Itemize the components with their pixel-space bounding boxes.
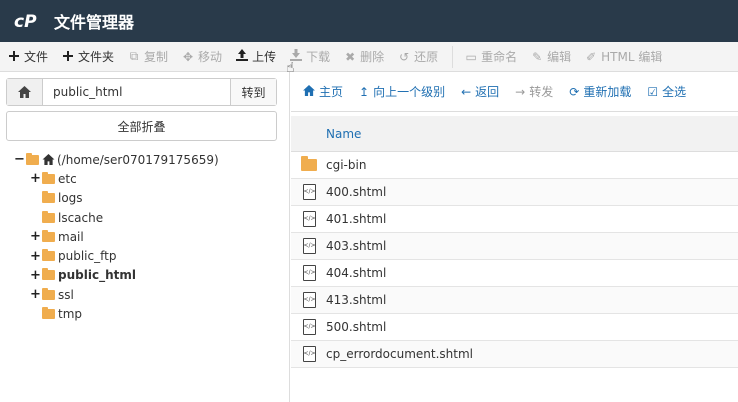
html-file-icon xyxy=(302,265,316,281)
app-header: cP 文件管理器 xyxy=(0,0,738,42)
nav-bar: 主页 ↥ 向上一个级别 ← 返回 → 转发 ⟳ 重新加载 ☑ 全选 xyxy=(291,72,738,112)
expand-plus-icon[interactable]: + xyxy=(30,171,41,186)
table-row[interactable]: cgi-bin xyxy=(291,152,738,179)
folder-icon xyxy=(42,229,55,242)
forward-button[interactable]: → 转发 xyxy=(515,83,553,100)
rename-button[interactable]: ▭ 重命名 xyxy=(465,48,517,65)
new-folder-button[interactable]: 文件夹 xyxy=(62,48,114,65)
checkbox-icon: ☑ xyxy=(647,84,659,99)
copy-icon: ⧉ xyxy=(129,49,139,63)
restore-icon: ↺ xyxy=(399,49,410,64)
select-all-button[interactable]: ☑ 全选 xyxy=(647,83,686,100)
collapse-all-button[interactable]: 全部折叠 xyxy=(6,111,277,141)
collapse-minus-icon[interactable]: − xyxy=(14,152,25,167)
folder-icon xyxy=(301,156,317,171)
expand-plus-icon[interactable]: + xyxy=(30,287,41,302)
delete-icon: ✖ xyxy=(345,49,356,64)
table-row[interactable]: cp_errordocument.shtml xyxy=(291,341,738,368)
copy-button[interactable]: ⧉ 复制 xyxy=(128,48,168,65)
move-button[interactable]: ✥ 移动 xyxy=(182,48,222,65)
table-row[interactable]: 413.shtml xyxy=(291,287,738,314)
toolbar-divider xyxy=(452,45,454,68)
table-row[interactable]: 404.shtml xyxy=(291,260,738,287)
folder-icon xyxy=(42,287,55,300)
folder-icon xyxy=(42,249,55,262)
table-row[interactable]: 500.shtml xyxy=(291,314,738,341)
tree-item-ssl[interactable]: + ssl xyxy=(30,285,284,304)
home-icon xyxy=(303,84,315,99)
folder-icon xyxy=(42,191,55,204)
html-file-icon xyxy=(302,211,316,227)
html-file-icon xyxy=(302,346,316,362)
file-pane: 主页 ↥ 向上一个级别 ← 返回 → 转发 ⟳ 重新加载 ☑ 全选 Name cgi-bi… xyxy=(291,72,738,402)
file-list: cgi-bin 400.shtml 401.shtml 403.shtml 40… xyxy=(291,152,738,368)
html-file-icon xyxy=(302,184,316,200)
level-up-icon: ↥ xyxy=(359,84,370,99)
svg-text:cP: cP xyxy=(14,12,37,31)
back-button[interactable]: ← 返回 xyxy=(461,83,499,100)
toolbar: 文件 文件夹 ⧉ 复制 ✥ 移动 上传 下载 ✖ 删除 ↺ 还原 ▭ 重命名 ✎ 编辑 ✐ H… xyxy=(0,42,738,72)
home-icon xyxy=(18,86,31,98)
restore-button[interactable]: ↺ 还原 xyxy=(398,48,438,65)
expand-plus-icon[interactable]: + xyxy=(30,268,41,283)
tree-item-mail[interactable]: + mail xyxy=(30,227,284,246)
folder-open-icon xyxy=(26,152,39,165)
delete-button[interactable]: ✖ 删除 xyxy=(344,48,384,65)
folder-icon xyxy=(42,307,55,320)
arrow-left-icon: ← xyxy=(461,84,472,99)
html-file-icon xyxy=(302,238,316,254)
edit-icon: ✎ xyxy=(532,49,543,64)
goto-button[interactable]: 转到 xyxy=(230,79,276,105)
reload-button[interactable]: ⟳ 重新加载 xyxy=(569,83,631,100)
path-input[interactable] xyxy=(43,79,230,105)
table-row[interactable]: 403.shtml xyxy=(291,233,738,260)
table-header: Name xyxy=(291,116,738,152)
download-button[interactable]: 下载 xyxy=(290,48,330,65)
up-level-button[interactable]: ↥ 向上一个级别 xyxy=(359,83,445,100)
folder-icon xyxy=(42,268,55,281)
home-icon xyxy=(42,154,55,166)
move-icon: ✥ xyxy=(183,49,194,64)
tree-item-tmp[interactable]: tmp xyxy=(30,304,284,323)
tree-item-public-ftp[interactable]: + public_ftp xyxy=(30,246,284,265)
home-nav-button[interactable]: 主页 xyxy=(303,83,343,100)
directory-tree: − (/home/ser070179175659) + etc logs lsca… xyxy=(14,150,284,324)
upload-button[interactable]: 上传 xyxy=(236,48,276,65)
sidebar: 转到 全部折叠 − (/home/ser070179175659) +etc l… xyxy=(0,72,290,402)
upload-icon xyxy=(236,49,249,64)
app-title: 文件管理器 xyxy=(54,13,135,32)
html-file-icon xyxy=(302,319,316,335)
tree-item-public-html[interactable]: + public_html xyxy=(30,266,284,285)
rename-icon: ▭ xyxy=(465,49,477,64)
home-directory-button[interactable] xyxy=(7,79,43,105)
tree-item-etc[interactable]: + etc xyxy=(30,169,284,188)
arrow-right-icon: → xyxy=(515,84,526,99)
folder-icon xyxy=(42,171,55,184)
new-file-button[interactable]: 文件 xyxy=(8,48,48,65)
html-edit-icon: ✐ xyxy=(586,49,597,64)
html-edit-button[interactable]: ✐ HTML 编辑 xyxy=(585,48,662,65)
table-row[interactable]: 401.shtml xyxy=(291,206,738,233)
folder-icon xyxy=(42,210,55,223)
expand-plus-icon[interactable]: + xyxy=(30,249,41,264)
table-row[interactable]: 400.shtml xyxy=(291,179,738,206)
expand-plus-icon[interactable]: + xyxy=(30,229,41,244)
plus-icon xyxy=(62,50,74,64)
plus-icon xyxy=(8,50,20,64)
name-column-header[interactable]: Name xyxy=(326,127,361,141)
refresh-icon: ⟳ xyxy=(569,84,580,99)
tree-item-lscache[interactable]: lscache xyxy=(30,208,284,227)
html-file-icon xyxy=(302,292,316,308)
tree-root[interactable]: − (/home/ser070179175659) xyxy=(14,150,284,169)
tree-item-logs[interactable]: logs xyxy=(30,189,284,208)
path-bar: 转到 xyxy=(6,78,277,106)
cpanel-logo-icon: cP xyxy=(14,12,37,31)
tree-root-label: (/home/ser070179175659) xyxy=(57,152,219,167)
edit-button[interactable]: ✎ 编辑 xyxy=(531,48,571,65)
